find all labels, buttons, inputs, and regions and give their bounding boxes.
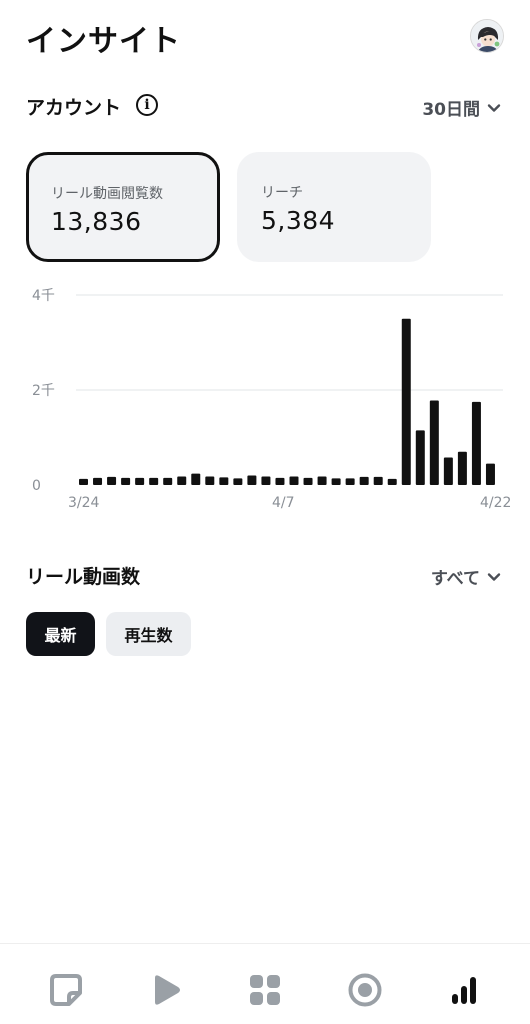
page-title: インサイト bbox=[26, 24, 181, 59]
chart-bar[interactable] bbox=[457, 451, 467, 485]
tab-insights[interactable] bbox=[444, 970, 484, 1010]
chart-bar[interactable] bbox=[387, 478, 397, 485]
chart-bar[interactable] bbox=[415, 430, 425, 485]
metric-label: リール動画閲覧数 bbox=[51, 186, 163, 202]
chart-bar[interactable] bbox=[247, 475, 257, 486]
chevron-down-icon bbox=[487, 103, 501, 112]
insights-icon bbox=[452, 977, 476, 1004]
post-icon bbox=[50, 974, 82, 1006]
sort-chip-plays[interactable]: 再生数 bbox=[106, 612, 191, 656]
chart-bar[interactable] bbox=[401, 318, 411, 485]
reels-label: リール動画数 bbox=[26, 566, 141, 588]
metric-value: 5,384 bbox=[261, 206, 336, 235]
metric-label: リーチ bbox=[261, 185, 303, 201]
range-select[interactable]: 30日間 bbox=[422, 95, 502, 120]
chart-bar[interactable] bbox=[205, 476, 215, 485]
chart-bar[interactable] bbox=[471, 401, 481, 485]
chart-bar[interactable] bbox=[93, 477, 103, 485]
chart-bar[interactable] bbox=[121, 477, 131, 485]
chevron-down-icon bbox=[487, 572, 501, 581]
stories-icon bbox=[348, 973, 382, 1007]
chart-bar[interactable] bbox=[443, 457, 453, 485]
chart-bar[interactable] bbox=[373, 476, 383, 485]
chart-bar[interactable] bbox=[317, 476, 327, 485]
header: インサイト bbox=[0, 0, 530, 72]
tab-stories[interactable] bbox=[345, 970, 385, 1010]
chart-bar[interactable] bbox=[219, 477, 229, 485]
x-tick-label: 3/24 bbox=[68, 495, 100, 511]
chart-bar[interactable] bbox=[359, 476, 369, 485]
reels-play-icon bbox=[155, 975, 180, 1005]
chart-bar[interactable] bbox=[331, 478, 341, 485]
y-tick-label: 0 bbox=[32, 478, 41, 494]
tab-reels[interactable] bbox=[145, 970, 185, 1010]
chart-bar[interactable] bbox=[191, 473, 201, 485]
views-bar-chart: 0 2千 4千 3/24 4/7 4/22 bbox=[32, 288, 511, 511]
metric-value: 13,836 bbox=[51, 207, 142, 236]
chart-bar[interactable] bbox=[233, 478, 243, 485]
reels-row: リール動画数 すべて bbox=[0, 558, 530, 594]
chart-bar[interactable] bbox=[289, 476, 299, 485]
chart-bar[interactable] bbox=[149, 477, 159, 485]
avatar[interactable] bbox=[470, 19, 504, 53]
views-chart: 0 2千 4千 3/24 4/7 4/22 bbox=[0, 284, 530, 516]
y-tick-label: 4千 bbox=[32, 288, 55, 304]
chart-bar[interactable] bbox=[177, 476, 187, 485]
chart-bar[interactable] bbox=[485, 463, 495, 485]
tab-grid[interactable] bbox=[245, 970, 285, 1010]
chart-bar[interactable] bbox=[345, 478, 355, 485]
metric-card-reel-views[interactable]: リール動画閲覧数 13,836 bbox=[26, 152, 220, 262]
y-tick-label: 2千 bbox=[32, 383, 55, 399]
chart-bar[interactable] bbox=[429, 400, 439, 485]
account-label: アカウント bbox=[26, 97, 122, 119]
x-tick-label: 4/7 bbox=[272, 495, 295, 511]
grid-icon bbox=[250, 975, 280, 1005]
chart-bar[interactable] bbox=[107, 476, 117, 485]
sort-chip-latest[interactable]: 最新 bbox=[26, 612, 95, 656]
chart-bar[interactable] bbox=[303, 477, 313, 485]
x-tick-label: 4/22 bbox=[480, 495, 511, 511]
avatar-image bbox=[471, 20, 503, 52]
tab-posts[interactable] bbox=[46, 970, 86, 1010]
info-icon[interactable]: i bbox=[136, 94, 158, 116]
bottom-tab-bar bbox=[0, 943, 530, 1024]
chart-bar[interactable] bbox=[261, 476, 271, 485]
chart-bar[interactable] bbox=[275, 477, 285, 485]
reels-filter-select[interactable]: すべて bbox=[431, 564, 502, 589]
metric-card-reach[interactable]: リーチ 5,384 bbox=[237, 152, 431, 262]
account-row: アカウント i 30日間 bbox=[0, 89, 530, 125]
chart-bar[interactable] bbox=[135, 477, 145, 485]
chart-bar[interactable] bbox=[163, 477, 173, 485]
reels-filter-label: すべて bbox=[430, 569, 480, 589]
chart-bar[interactable] bbox=[79, 478, 88, 485]
range-label: 30日間 bbox=[422, 100, 480, 120]
